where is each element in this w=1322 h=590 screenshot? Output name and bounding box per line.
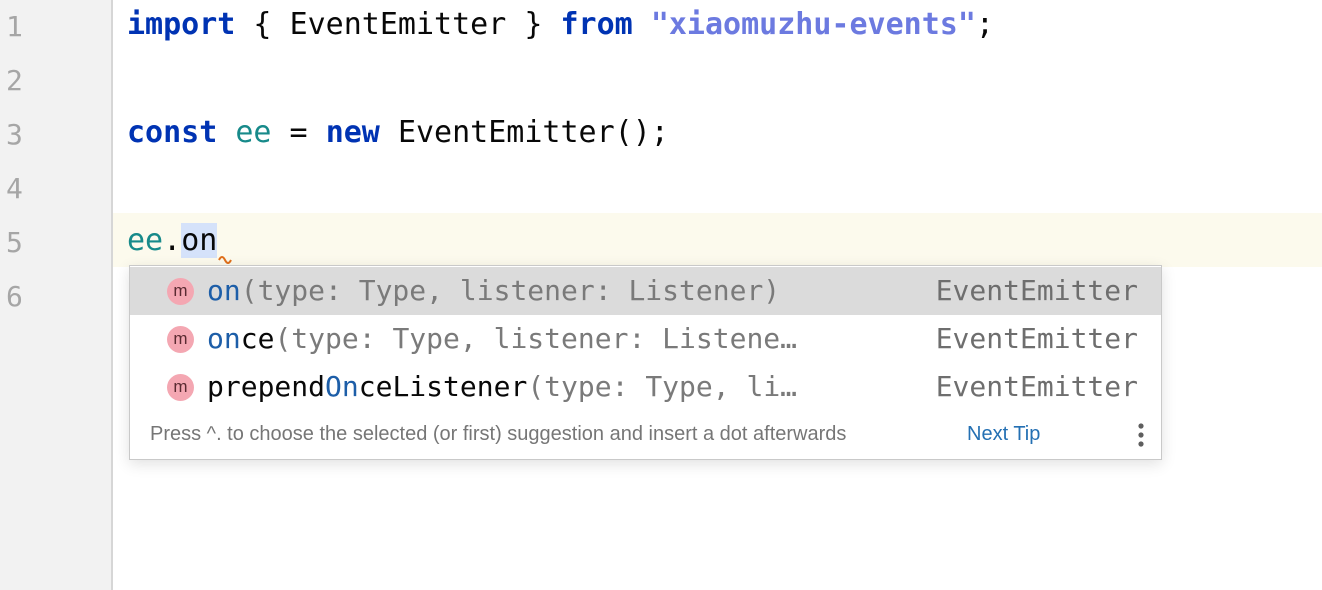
variable-name: ee xyxy=(127,223,164,258)
variable-name: ee xyxy=(235,115,272,150)
keyword-from: from xyxy=(560,7,633,42)
operator: = xyxy=(271,115,326,150)
line-number: 4 xyxy=(6,172,23,205)
completion-owner: EventEmitter xyxy=(935,274,1138,307)
line-number: 2 xyxy=(6,64,23,97)
completion-name-rest: ceListener xyxy=(358,370,528,403)
keyword-const: const xyxy=(127,115,218,150)
string-literal: "xiaomuzhu-events" xyxy=(650,7,976,42)
line-number: 3 xyxy=(6,118,23,151)
completion-signature: once(type: Type, listener: Listene… xyxy=(207,315,797,363)
keyword-import: import xyxy=(127,7,236,42)
kebab-menu-icon[interactable] xyxy=(1137,423,1145,447)
completion-params: (type: Type, listener: Listener) xyxy=(240,274,781,307)
identifier: EventEmitter xyxy=(289,7,507,42)
completion-name-prefix: prepend xyxy=(207,370,326,403)
line-number: 5 xyxy=(6,226,23,259)
semicolon: ; xyxy=(975,7,994,42)
completion-owner: EventEmitter xyxy=(935,370,1138,403)
completion-item-once[interactable]: m once(type: Type, listener: Listene… Ev… xyxy=(130,315,1161,363)
next-tip-link[interactable]: Next Tip xyxy=(967,410,1040,458)
method-badge-icon: m xyxy=(167,374,194,401)
dot: . xyxy=(163,223,182,258)
tip-text: Press ^. to choose the selected (or firs… xyxy=(150,423,847,445)
completion-tip-bar: Press ^. to choose the selected (or firs… xyxy=(130,410,1161,458)
line-number-gutter: 1 2 3 4 5 6 xyxy=(0,0,113,590)
keyword-new: new xyxy=(325,115,380,150)
code-completion-popup[interactable]: m on(type: Type, listener: Listener) Eve… xyxy=(129,265,1162,460)
punctuation: } xyxy=(506,7,561,42)
completion-params: (type: Type, li… xyxy=(527,370,798,403)
completion-item-prependoncelistener[interactable]: m prependOnceListener(type: Type, li… Ev… xyxy=(130,363,1161,411)
completion-owner: EventEmitter xyxy=(935,322,1138,355)
completion-signature: on(type: Type, listener: Listener) xyxy=(207,267,780,315)
method-badge-icon: m xyxy=(167,278,194,305)
completion-item-on[interactable]: m on(type: Type, listener: Listener) Eve… xyxy=(130,267,1161,315)
completion-match: On xyxy=(325,370,359,403)
completion-match: on xyxy=(207,274,241,307)
completion-signature: prependOnceListener(type: Type, li… xyxy=(207,363,797,411)
code-editor[interactable]: 1 2 3 4 5 6 import { EventEmitter } from… xyxy=(0,0,1322,590)
method-badge-icon: m xyxy=(167,326,194,353)
constructor-call: EventEmitter(); xyxy=(397,115,669,150)
completion-params: (type: Type, listener: Listene… xyxy=(274,322,798,355)
code-line-5[interactable]: ee.on xyxy=(127,214,235,268)
line-number: 6 xyxy=(6,280,23,313)
completion-match: on xyxy=(207,322,241,355)
typed-text: on xyxy=(181,223,218,258)
completion-name-rest: ce xyxy=(240,322,275,355)
code-line-3[interactable]: const ee = new EventEmitter(); xyxy=(127,106,669,160)
punctuation: { xyxy=(235,7,290,42)
line-number: 1 xyxy=(6,10,23,43)
code-line-1[interactable]: import { EventEmitter } from "xiaomuzhu-… xyxy=(127,0,994,52)
